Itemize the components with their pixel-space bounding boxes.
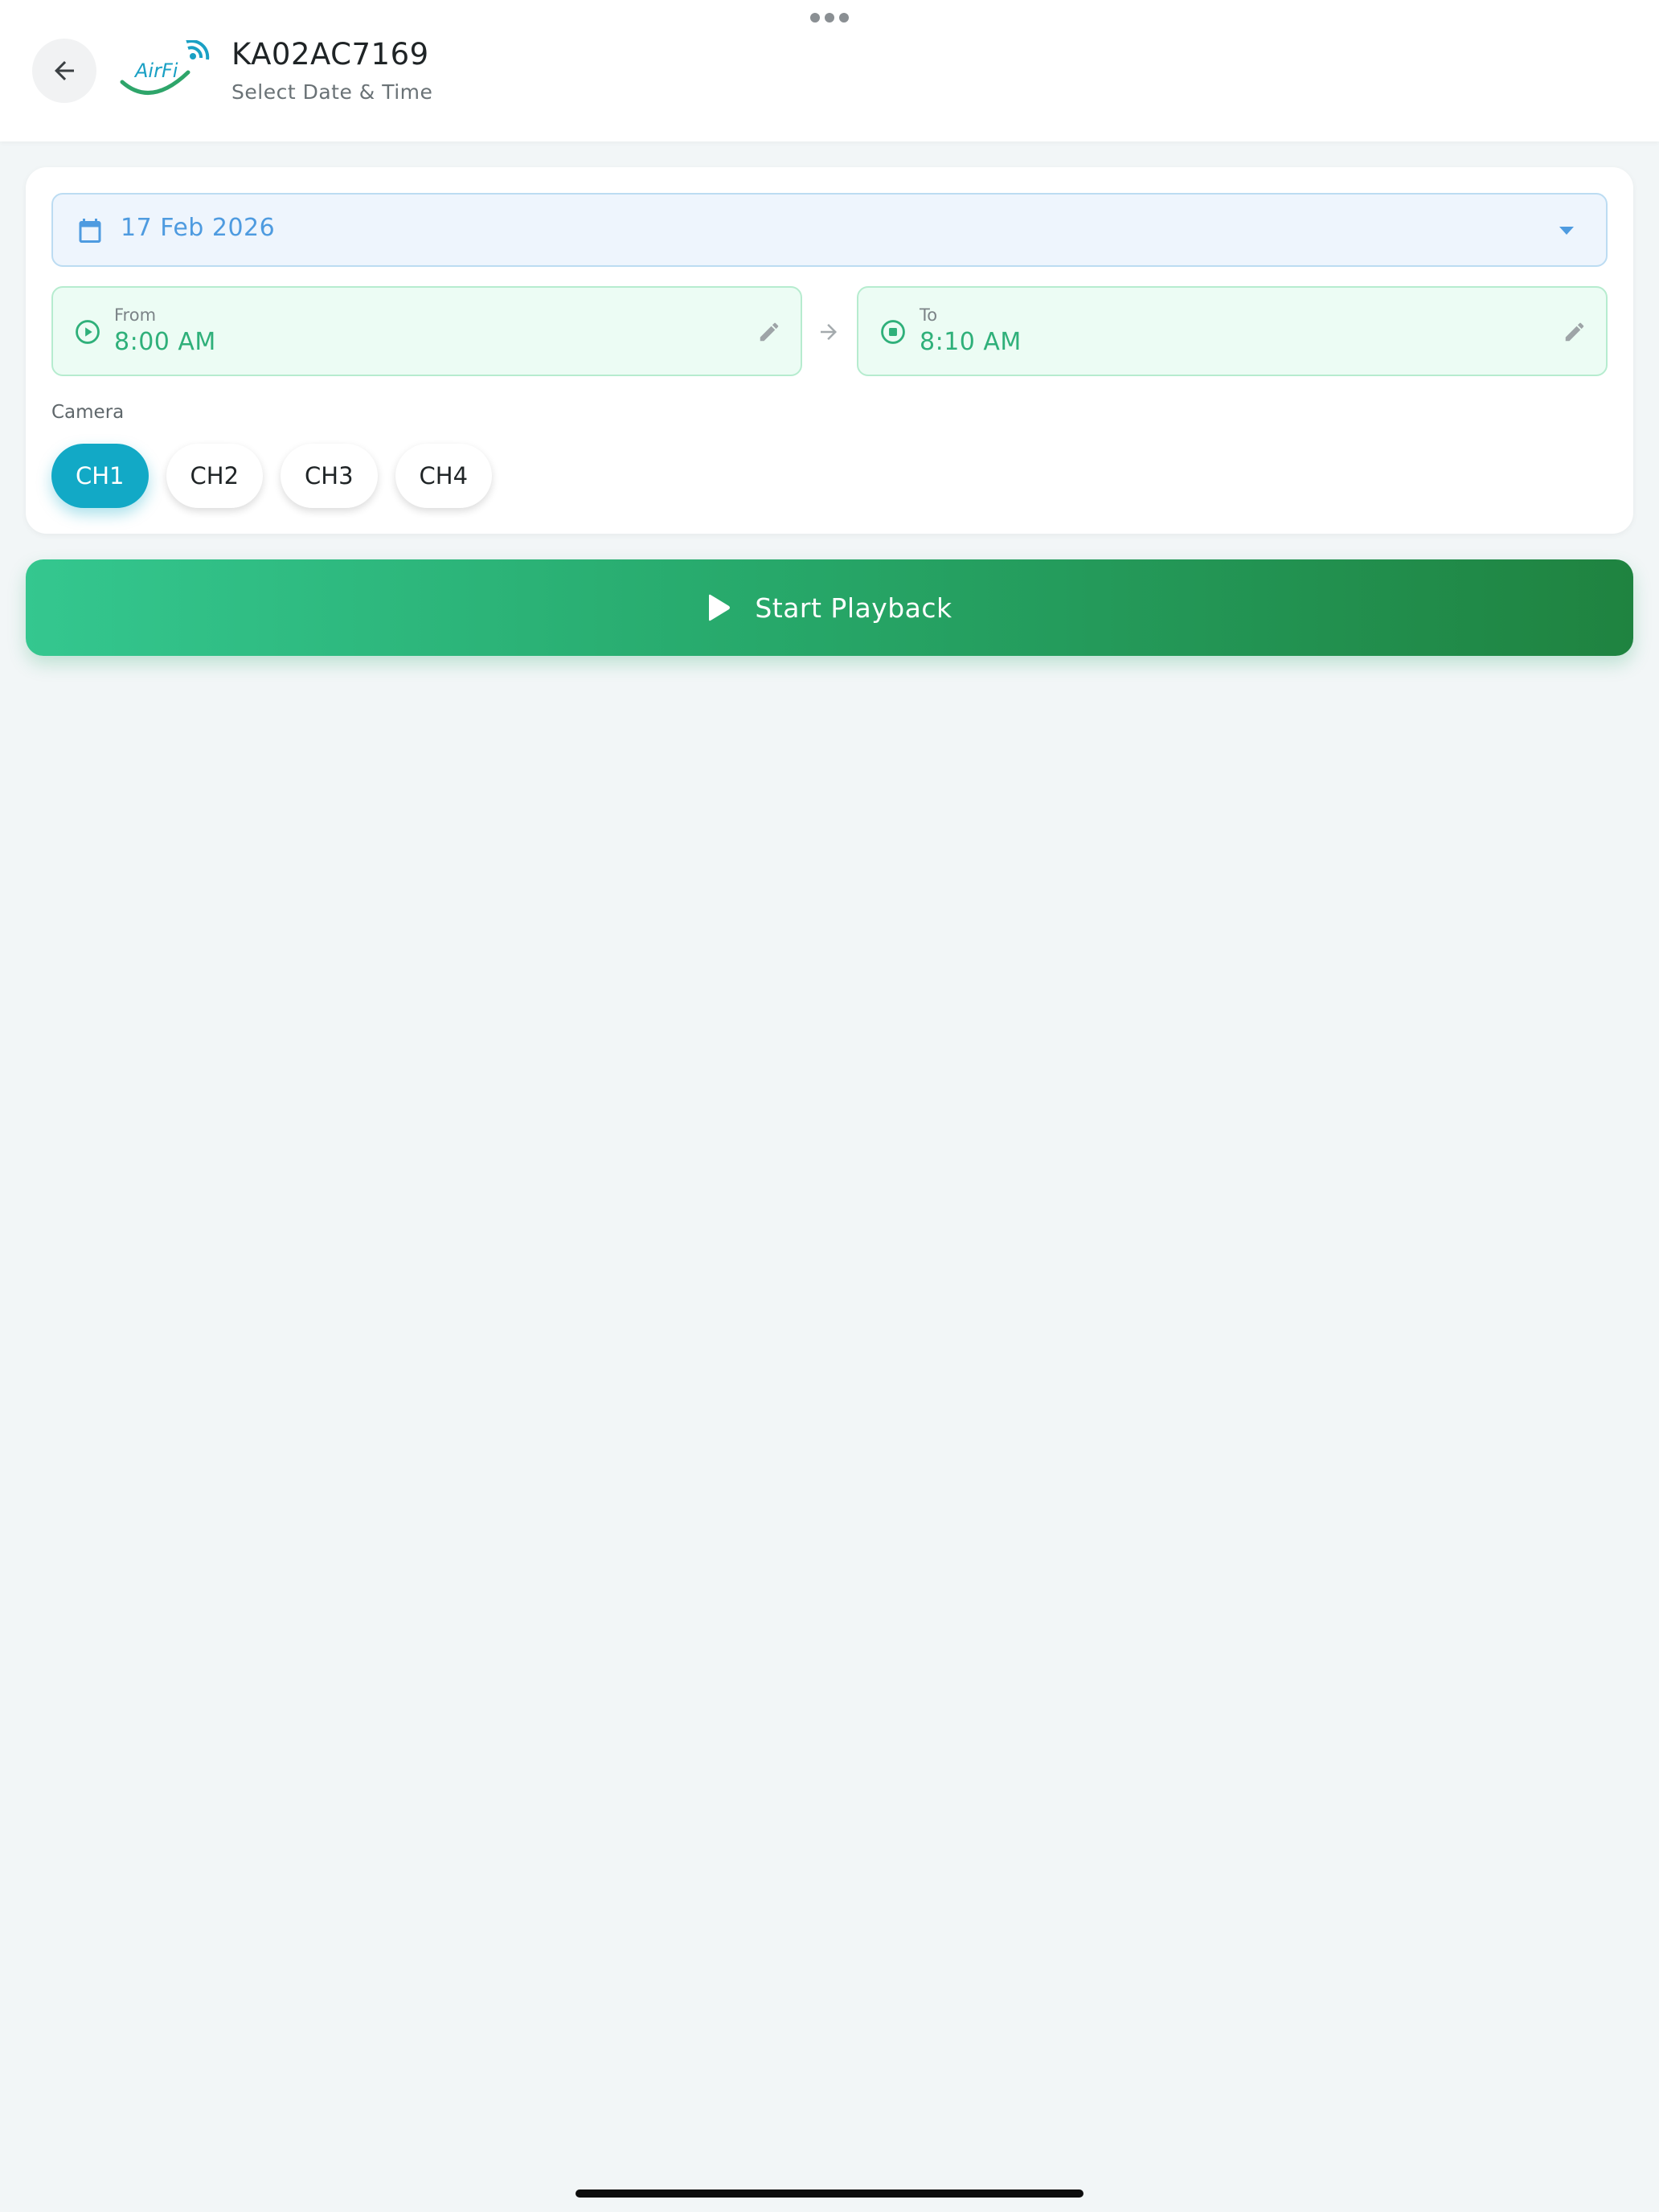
home-indicator[interactable]: [576, 2189, 1083, 2198]
date-dropdown[interactable]: 17 Feb 2026: [51, 193, 1608, 267]
arrow-right-icon: [821, 324, 837, 340]
svg-text:AirFi: AirFi: [133, 59, 178, 82]
play-circle-icon: [76, 320, 100, 344]
to-time-value: 8:10 AM: [920, 328, 1022, 356]
pencil-icon[interactable]: [1563, 320, 1587, 344]
back-button[interactable]: [32, 39, 96, 103]
vehicle-title: KA02AC7169: [231, 37, 429, 72]
header-subtitle: Select Date & Time: [231, 80, 433, 104]
play-icon: [709, 594, 731, 621]
channel-chip-ch3[interactable]: CH3: [281, 444, 378, 508]
channel-chip-ch4[interactable]: CH4: [395, 444, 493, 508]
from-time-value: 8:00 AM: [114, 328, 216, 356]
pencil-icon[interactable]: [757, 320, 781, 344]
from-time-field[interactable]: From 8:00 AM: [51, 286, 802, 376]
caret-down-icon: [1559, 227, 1574, 235]
channel-chip-ch1[interactable]: CH1: [51, 444, 149, 508]
stop-circle-icon: [881, 320, 905, 344]
app-header: AirFi KA02AC7169 Select Date & Time: [0, 0, 1659, 141]
start-playback-button[interactable]: Start Playback: [26, 559, 1633, 656]
camera-label: Camera: [51, 402, 125, 423]
arrow-left-icon: [55, 61, 74, 80]
selected-date: 17 Feb 2026: [121, 214, 276, 242]
channel-chip-ch2[interactable]: CH2: [166, 444, 264, 508]
airfi-logo: AirFi: [119, 39, 214, 101]
camera-channel-chips: CH1 CH2 CH3 CH4: [51, 444, 510, 508]
more-dots-icon[interactable]: [810, 13, 849, 24]
start-playback-label: Start Playback: [755, 592, 952, 624]
to-time-field[interactable]: To 8:10 AM: [857, 286, 1608, 376]
to-label: To: [920, 305, 938, 325]
playback-options-card: 17 Feb 2026 From 8:00 AM To 8:10 AM Came…: [26, 167, 1633, 534]
calendar-icon: [79, 219, 101, 243]
from-label: From: [114, 305, 157, 325]
playback-screen: AirFi KA02AC7169 Select Date & Time 17 F…: [0, 0, 1659, 2212]
